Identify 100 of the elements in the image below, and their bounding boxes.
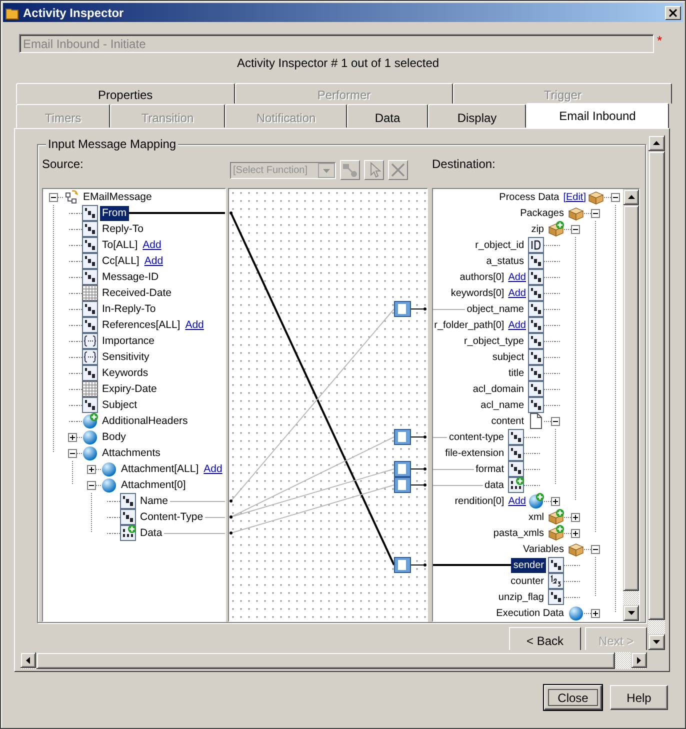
scroll-right-button[interactable] [631, 652, 647, 668]
expand-toggle[interactable] [68, 432, 77, 442]
expand-toggle[interactable] [571, 528, 580, 538]
selection-info: Activity Inspector # 1 out of 1 selected [236, 55, 440, 71]
tree-item[interactable]: EMailMessage [81, 190, 154, 204]
tree-item[interactable]: sender [511, 558, 546, 572]
dialog-button[interactable]: Help [610, 685, 668, 710]
add-link[interactable]: Add [144, 255, 164, 267]
tree-item[interactable]: r_folder_path[0] [433, 318, 506, 332]
scroll-left-button[interactable] [20, 652, 36, 668]
edit-link[interactable]: Add [508, 320, 526, 330]
mapping-node-icon[interactable] [394, 461, 426, 477]
text-type-icon [120, 509, 136, 525]
tab[interactable]: Display [428, 104, 526, 128]
expand-toggle[interactable] [591, 544, 600, 554]
tree-item[interactable]: From [100, 206, 128, 220]
dialog-button[interactable]: Close [544, 685, 602, 710]
mapping-node-icon[interactable] [394, 301, 426, 317]
tree-item[interactable]: object_name [464, 302, 526, 316]
add-link[interactable]: Add [142, 239, 162, 251]
tree-item[interactable]: data [482, 478, 506, 492]
tree-item[interactable]: Attachment[0] [119, 478, 188, 492]
expand-toggle[interactable] [571, 224, 580, 234]
scroll-down-button[interactable] [623, 605, 639, 621]
tree-item[interactable]: pasta_xmls [491, 526, 546, 540]
tree-item[interactable]: Reply-To [100, 222, 146, 236]
tree-item[interactable]: file-extension [443, 446, 506, 460]
connect-button[interactable] [340, 160, 360, 180]
tree-item[interactable]: In-Reply-To [100, 302, 158, 316]
expand-toggle[interactable] [87, 464, 96, 474]
expand-toggle[interactable] [591, 208, 600, 218]
tree-item[interactable]: rendition[0] [452, 494, 506, 508]
tree-item[interactable]: Variables [521, 542, 566, 556]
tree-item[interactable]: References[ALL] [100, 318, 182, 332]
pointer-button[interactable] [364, 160, 384, 180]
tree-item[interactable]: a_status [484, 254, 526, 268]
tree-item[interactable]: content [489, 414, 526, 428]
tree-item[interactable]: Message-ID [100, 270, 161, 284]
edit-link[interactable]: [Edit] [563, 192, 586, 202]
mapping-node-icon[interactable] [394, 429, 426, 445]
tab[interactable]: Email Inbound [526, 103, 669, 128]
tree-item[interactable]: Attachment[ALL] [119, 462, 201, 476]
tree-item[interactable]: Sensitivity [100, 350, 152, 364]
binary-plus-icon [120, 525, 136, 541]
edit-link[interactable]: Add [508, 272, 526, 282]
tree-item[interactable]: Name [138, 494, 170, 508]
mapping-node-icon[interactable] [394, 557, 426, 573]
tree-item[interactable]: xml [526, 510, 546, 524]
tree-item[interactable]: r_object_type [462, 334, 526, 348]
tree-item[interactable]: r_object_id [473, 238, 526, 252]
tree-item[interactable]: keywords[0] [448, 286, 506, 300]
tab[interactable]: Properties [16, 83, 235, 104]
tree-item[interactable]: Process Data [497, 190, 562, 204]
tree-item[interactable]: Execution Data [494, 606, 566, 620]
expand-toggle[interactable] [87, 480, 96, 490]
source-label: Source: [42, 157, 84, 171]
expand-toggle[interactable] [551, 496, 560, 506]
scroll-up-button[interactable] [648, 135, 665, 151]
scroll-up-button[interactable] [623, 189, 639, 205]
tree-item[interactable]: content-type [446, 430, 506, 444]
tree-item[interactable]: Subject [100, 398, 140, 412]
tree-item[interactable]: subject [490, 350, 526, 364]
delete-button[interactable] [388, 160, 408, 180]
tab[interactable]: Data [347, 104, 428, 128]
tree-item[interactable]: unzip_flag [496, 590, 546, 604]
tree-item[interactable]: Importance [100, 334, 157, 348]
tree-item[interactable]: Keywords [100, 366, 150, 380]
tree-item[interactable]: Data [138, 526, 164, 540]
tree-item[interactable]: Cc[ALL] [100, 254, 142, 268]
wizard-button[interactable]: < Back [509, 627, 581, 650]
tree-item[interactable]: acl_domain [470, 382, 526, 396]
tree-item[interactable]: Attachments [100, 446, 162, 460]
expand-toggle[interactable] [571, 512, 580, 522]
tree-item[interactable]: counter [508, 574, 546, 588]
globe-plus-icon [82, 413, 98, 429]
expand-toggle[interactable] [68, 448, 77, 458]
tree-item[interactable]: authors[0] [458, 270, 506, 284]
add-link[interactable]: Add [204, 463, 222, 475]
tree-item[interactable]: Packages [518, 206, 566, 220]
tree-item[interactable]: Content-Type [138, 510, 206, 524]
scroll-down-button[interactable] [648, 634, 665, 650]
tree-item[interactable]: Received-Date [100, 286, 174, 300]
expand-toggle[interactable] [591, 608, 600, 618]
tree-item[interactable]: format [474, 462, 506, 476]
add-link[interactable]: Add [185, 319, 204, 331]
tree-item[interactable]: AdditionalHeaders [100, 414, 190, 428]
edit-link[interactable]: Add [508, 496, 526, 506]
tree-item[interactable]: To[ALL] [100, 238, 140, 252]
tree-item[interactable]: acl_name [478, 398, 526, 412]
tree-item[interactable]: Body [100, 430, 128, 444]
expand-toggle[interactable] [551, 416, 560, 426]
close-icon [669, 8, 677, 16]
tree-item[interactable]: zip [529, 222, 546, 236]
tree-item[interactable]: title [506, 366, 526, 380]
mapping-node-icon[interactable] [394, 477, 426, 493]
tree-item[interactable]: Expiry-Date [100, 382, 159, 396]
close-button[interactable] [665, 6, 681, 20]
edit-link[interactable]: Add [508, 288, 526, 298]
expand-toggle[interactable] [49, 192, 58, 202]
expand-toggle[interactable] [611, 192, 620, 202]
